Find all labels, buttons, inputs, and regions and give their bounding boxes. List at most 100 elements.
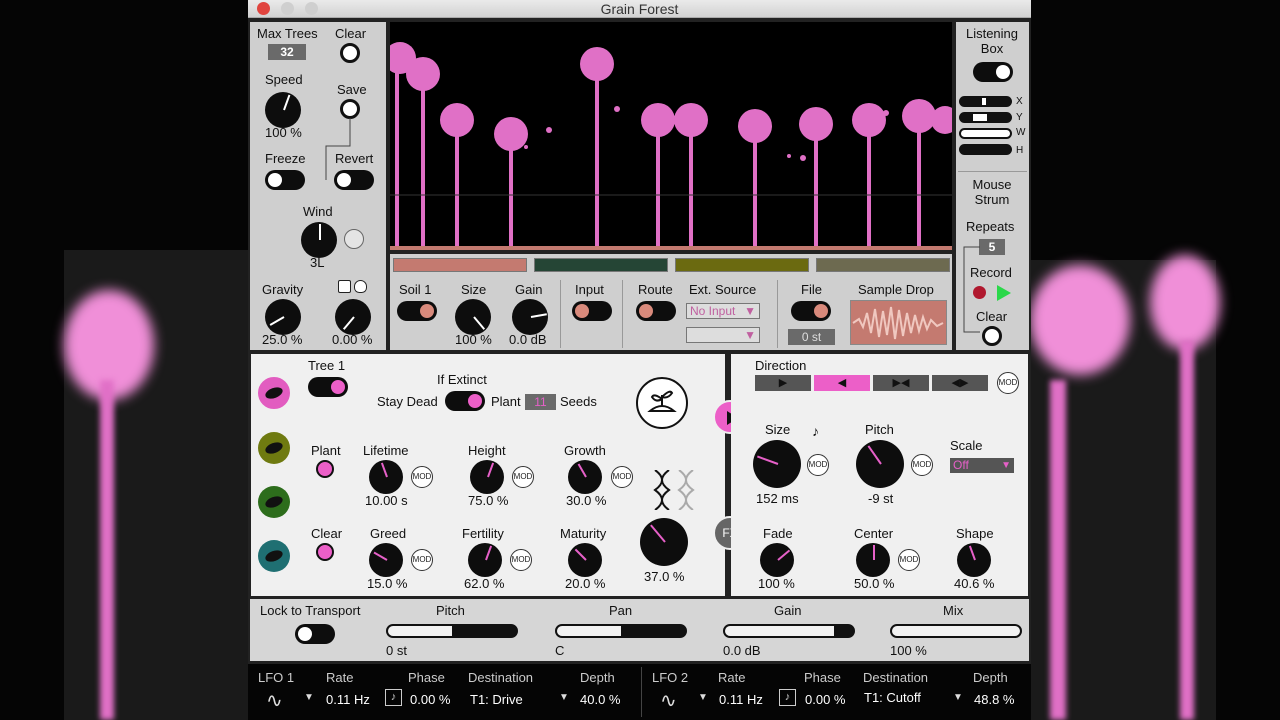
lfo1-rate-value[interactable]: 0.11 Hz (326, 692, 370, 707)
dna-icon-faded[interactable] (677, 469, 695, 511)
max-trees-number[interactable]: 32 (268, 44, 306, 60)
note-sync-icon[interactable]: ♪ (385, 689, 402, 706)
random-knob[interactable] (335, 299, 371, 335)
sine-wave-icon[interactable]: ∿ (266, 688, 283, 713)
chevron-down-icon[interactable]: ▼ (698, 692, 708, 703)
lfo2-dest-value[interactable]: T1: Cutoff (864, 690, 921, 705)
tree-toggle[interactable] (308, 377, 348, 397)
repeats-number[interactable]: 5 (979, 239, 1005, 255)
clear-button[interactable] (340, 43, 360, 63)
chevron-down-icon[interactable]: ▼ (559, 692, 569, 703)
dna-icon[interactable] (653, 469, 671, 511)
input-toggle[interactable] (572, 301, 612, 321)
note-sync-icon[interactable]: ♪ (779, 689, 796, 706)
lfo2-depth-value[interactable]: 48.8 % (974, 692, 1014, 707)
direction-diverge-button[interactable]: ◀▶ (932, 375, 988, 391)
fade-knob[interactable] (760, 543, 794, 577)
wind-random-icon[interactable] (344, 229, 364, 249)
file-label: File (801, 282, 822, 297)
soil-toggle[interactable] (397, 301, 437, 321)
mixer-pan-label: Pan (609, 603, 633, 618)
play-icon[interactable] (997, 285, 1011, 301)
skull-icon[interactable] (354, 280, 367, 293)
greed-mod-button[interactable]: MOD (411, 549, 433, 571)
chevron-down-icon[interactable]: ▼ (304, 692, 314, 703)
maturity-knob[interactable] (568, 543, 602, 577)
y-slider[interactable] (959, 112, 1012, 123)
soil-size-knob[interactable] (455, 299, 491, 335)
height-mod-button[interactable]: MOD (512, 466, 534, 488)
direction-mod-button[interactable]: MOD (997, 372, 1019, 394)
chevron-down-icon[interactable]: ▼ (953, 692, 963, 703)
soil-slot-3[interactable] (675, 258, 809, 272)
lfo2-rate-value[interactable]: 0.11 Hz (719, 692, 763, 707)
center-knob[interactable] (856, 543, 890, 577)
lifetime-mod-button[interactable]: MOD (411, 466, 433, 488)
pitch-mod-button[interactable]: MOD (911, 454, 933, 476)
direction-converge-button[interactable]: ▶◀ (873, 375, 929, 391)
h-slider[interactable] (959, 144, 1012, 155)
tree-leaf-button-1[interactable] (258, 377, 290, 409)
dice-icon[interactable] (338, 280, 351, 293)
route-toggle[interactable] (636, 301, 676, 321)
freeze-toggle[interactable] (265, 170, 305, 190)
growth-mod-button[interactable]: MOD (611, 466, 633, 488)
tree-leaf-button-4[interactable] (258, 540, 290, 572)
ext-source-select[interactable]: No Input ▼ (686, 303, 760, 319)
save-button[interactable] (340, 99, 360, 119)
if-extinct-toggle[interactable] (445, 391, 485, 411)
soil-slot-4[interactable] (816, 258, 950, 272)
soil-slot-1[interactable] (393, 258, 527, 272)
lfo1-dest-value[interactable]: T1: Drive (470, 692, 523, 707)
forest-view[interactable] (390, 22, 952, 250)
height-knob[interactable] (470, 460, 504, 494)
pitch-knob[interactable] (856, 440, 904, 488)
speed-knob[interactable] (265, 92, 301, 128)
scale-select[interactable]: Off ▼ (950, 458, 1014, 473)
file-transpose-number[interactable]: 0 st (788, 329, 835, 345)
sine-wave-icon[interactable]: ∿ (660, 688, 677, 713)
ext-channel-select[interactable]: ▼ (686, 327, 760, 343)
dna-amount-knob[interactable] (640, 518, 688, 566)
soil-gain-knob[interactable] (512, 299, 548, 335)
seeds-number[interactable]: 11 (525, 394, 556, 410)
growth-knob[interactable] (568, 460, 602, 494)
gravity-knob[interactable] (265, 299, 301, 335)
tree-leaf-button-2[interactable] (258, 432, 290, 464)
greed-knob[interactable] (369, 543, 403, 577)
soil-slot-2[interactable] (534, 258, 668, 272)
grain-size-mod-button[interactable]: MOD (807, 454, 829, 476)
fertility-mod-button[interactable]: MOD (510, 549, 532, 571)
fertility-knob[interactable] (468, 543, 502, 577)
plant-tree-icon[interactable] (636, 377, 688, 429)
record-button[interactable] (973, 286, 986, 299)
lfo2-phase-value[interactable]: 0.00 % (805, 692, 845, 707)
lifetime-knob[interactable] (369, 460, 403, 494)
direction-reverse-button[interactable]: ◀ (814, 375, 870, 391)
center-mod-button[interactable]: MOD (898, 549, 920, 571)
lfo1-phase-value[interactable]: 0.00 % (410, 692, 450, 707)
listening-box-toggle[interactable] (973, 62, 1013, 82)
plant-button[interactable] (316, 460, 334, 478)
mixer-mix-slider[interactable] (890, 624, 1022, 638)
w-slider[interactable] (959, 128, 1012, 139)
clear-tree-button[interactable] (316, 543, 334, 561)
sample-drop-waveform[interactable] (850, 300, 947, 345)
title-bar: Grain Forest (248, 0, 1031, 18)
revert-toggle[interactable] (334, 170, 374, 190)
wind-knob[interactable] (301, 222, 337, 258)
lfo1-rate-label: Rate (326, 670, 354, 685)
lfo1-depth-value[interactable]: 40.0 % (580, 692, 620, 707)
file-toggle[interactable] (791, 301, 831, 321)
mixer-pan-slider[interactable] (555, 624, 687, 638)
mixer-gain-slider[interactable] (723, 624, 855, 638)
grain-size-knob[interactable] (753, 440, 801, 488)
strum-clear-button[interactable] (982, 326, 1002, 346)
direction-forward-button[interactable]: ▶ (755, 375, 811, 391)
x-slider[interactable] (959, 96, 1012, 107)
note-sync-icon[interactable]: ♪ (812, 423, 819, 439)
shape-knob[interactable] (957, 543, 991, 577)
tree-leaf-button-3[interactable] (258, 486, 290, 518)
lock-transport-toggle[interactable] (295, 624, 335, 644)
mixer-pitch-slider[interactable] (386, 624, 518, 638)
